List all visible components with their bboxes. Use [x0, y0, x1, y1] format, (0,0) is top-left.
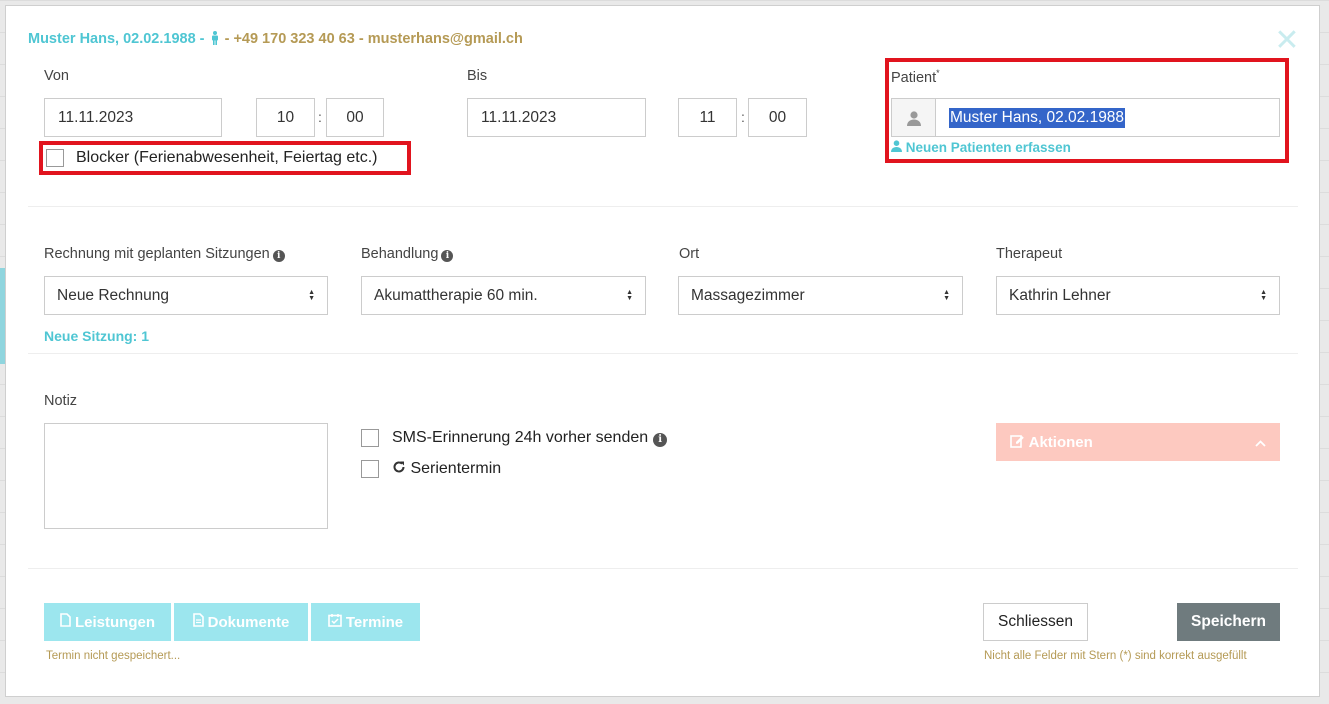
select-caret-icon: ▲ ▼	[308, 288, 315, 302]
chevron-up-icon	[1255, 434, 1266, 451]
leistungen-button[interactable]: Leistungen	[44, 603, 171, 641]
header-email: musterhans@gmail.ch	[367, 31, 523, 47]
patient-header: Muster Hans, 02.02.1988 - - +49 170 323 …	[28, 31, 523, 49]
user-icon	[891, 140, 902, 155]
sms-reminder-label: SMS-Erinnerung 24h vorher senden i	[392, 429, 668, 447]
dokumente-button[interactable]: Dokumente	[174, 603, 308, 641]
therapeut-label: Therapeut	[996, 246, 1063, 262]
behandlung-select[interactable]: Akumattherapie 60 min. ▲ ▼	[361, 276, 646, 315]
von-hour-input[interactable]: 10	[256, 98, 315, 137]
new-patient-link-label: Neuen Patienten erfassen	[905, 140, 1071, 155]
blocker-checkbox[interactable]	[46, 149, 64, 167]
behandlung-label: Behandlung i	[361, 246, 454, 262]
header-phone: +49 170 323 40 63	[233, 31, 355, 47]
serientermin-label: Serientermin	[392, 460, 501, 478]
notiz-label: Notiz	[44, 393, 78, 409]
aktionen-button-content: Aktionen	[1010, 434, 1093, 451]
sms-reminder-label-text: SMS-Erinnerung 24h vorher senden	[392, 429, 649, 446]
behandlung-label-text: Behandlung	[361, 246, 439, 262]
section-divider	[28, 353, 1298, 354]
section-divider	[28, 568, 1298, 569]
therapeut-select[interactable]: Kathrin Lehner ▲ ▼	[996, 276, 1280, 315]
von-date-input[interactable]: 11.11.2023	[44, 98, 222, 137]
file-icon	[60, 613, 71, 631]
von-time-colon: :	[318, 109, 322, 125]
rechnung-label: Rechnung mit geplanten Sitzungen i	[44, 246, 285, 262]
ort-select-value: Massagezimmer	[691, 286, 805, 304]
info-icon[interactable]: i	[653, 433, 668, 447]
bis-date-input[interactable]: 11.11.2023	[467, 98, 646, 137]
leistungen-button-label: Leistungen	[74, 613, 155, 631]
aktionen-dropdown-button[interactable]: Aktionen	[996, 423, 1280, 461]
patient-search-input[interactable]: Muster Hans, 02.02.1988	[935, 98, 1280, 137]
select-caret-icon: ▲ ▼	[626, 288, 633, 302]
refresh-icon	[392, 460, 406, 477]
patient-label: Patient*	[891, 68, 940, 86]
close-button[interactable]: Schliessen	[983, 603, 1088, 641]
ort-select[interactable]: Massagezimmer ▲ ▼	[678, 276, 963, 315]
serientermin-label-text: Serientermin	[410, 460, 502, 477]
section-divider	[28, 206, 1298, 207]
von-minute-input[interactable]: 00	[326, 98, 384, 137]
behandlung-select-value: Akumattherapie 60 min.	[374, 286, 538, 304]
von-label: Von	[44, 68, 69, 84]
blocker-label: Blocker (Ferienabwesenheit, Feiertag etc…	[76, 149, 378, 166]
serientermin-checkbox[interactable]	[361, 460, 379, 478]
header-separator: -	[220, 31, 234, 47]
required-mark: *	[936, 68, 940, 78]
sms-reminder-checkbox[interactable]	[361, 429, 379, 447]
select-caret-icon: ▲ ▼	[1260, 288, 1267, 302]
save-button[interactable]: Speichern	[1177, 603, 1280, 641]
patient-label-text: Patient	[891, 69, 937, 86]
info-icon[interactable]: i	[441, 250, 454, 262]
calendar-check-icon	[328, 613, 342, 631]
header-separator: -	[195, 31, 209, 47]
therapeut-select-value: Kathrin Lehner	[1009, 286, 1111, 304]
rechnung-label-text: Rechnung mit geplanten Sitzungen	[44, 246, 270, 262]
new-session-note: Neue Sitzung: 1	[44, 328, 150, 344]
person-icon	[211, 31, 219, 49]
new-patient-link[interactable]: Neuen Patienten erfassen	[891, 140, 1071, 155]
required-fields-note: Nicht alle Felder mit Stern (*) sind kor…	[984, 650, 1247, 662]
not-saved-note: Termin nicht gespeichert...	[46, 650, 181, 662]
bis-label: Bis	[467, 68, 488, 84]
header-separator: -	[354, 31, 368, 47]
termine-button-label: Termine	[345, 613, 404, 631]
bis-minute-input[interactable]: 00	[748, 98, 807, 137]
bis-time-colon: :	[741, 109, 745, 125]
dokumente-button-label: Dokumente	[207, 613, 290, 631]
bis-hour-input[interactable]: 11	[678, 98, 737, 137]
header-patient-name: Muster Hans, 02.02.1988	[28, 31, 196, 47]
patient-input-selected-value: Muster Hans, 02.02.1988	[949, 107, 1126, 128]
info-icon[interactable]: i	[272, 250, 285, 262]
rechnung-select-value: Neue Rechnung	[57, 286, 170, 304]
patient-avatar-icon	[891, 98, 936, 137]
edit-icon	[1010, 434, 1025, 451]
close-icon[interactable]: ✕	[1274, 26, 1300, 56]
termine-button[interactable]: Termine	[311, 603, 420, 641]
aktionen-button-label: Aktionen	[1028, 433, 1093, 451]
select-caret-icon: ▲ ▼	[943, 288, 950, 302]
ort-label: Ort	[679, 246, 700, 262]
document-icon	[192, 613, 204, 631]
appointment-dialog: Muster Hans, 02.02.1988 - - +49 170 323 …	[5, 5, 1320, 697]
rechnung-select[interactable]: Neue Rechnung ▲ ▼	[44, 276, 328, 315]
notiz-textarea[interactable]	[44, 423, 328, 529]
